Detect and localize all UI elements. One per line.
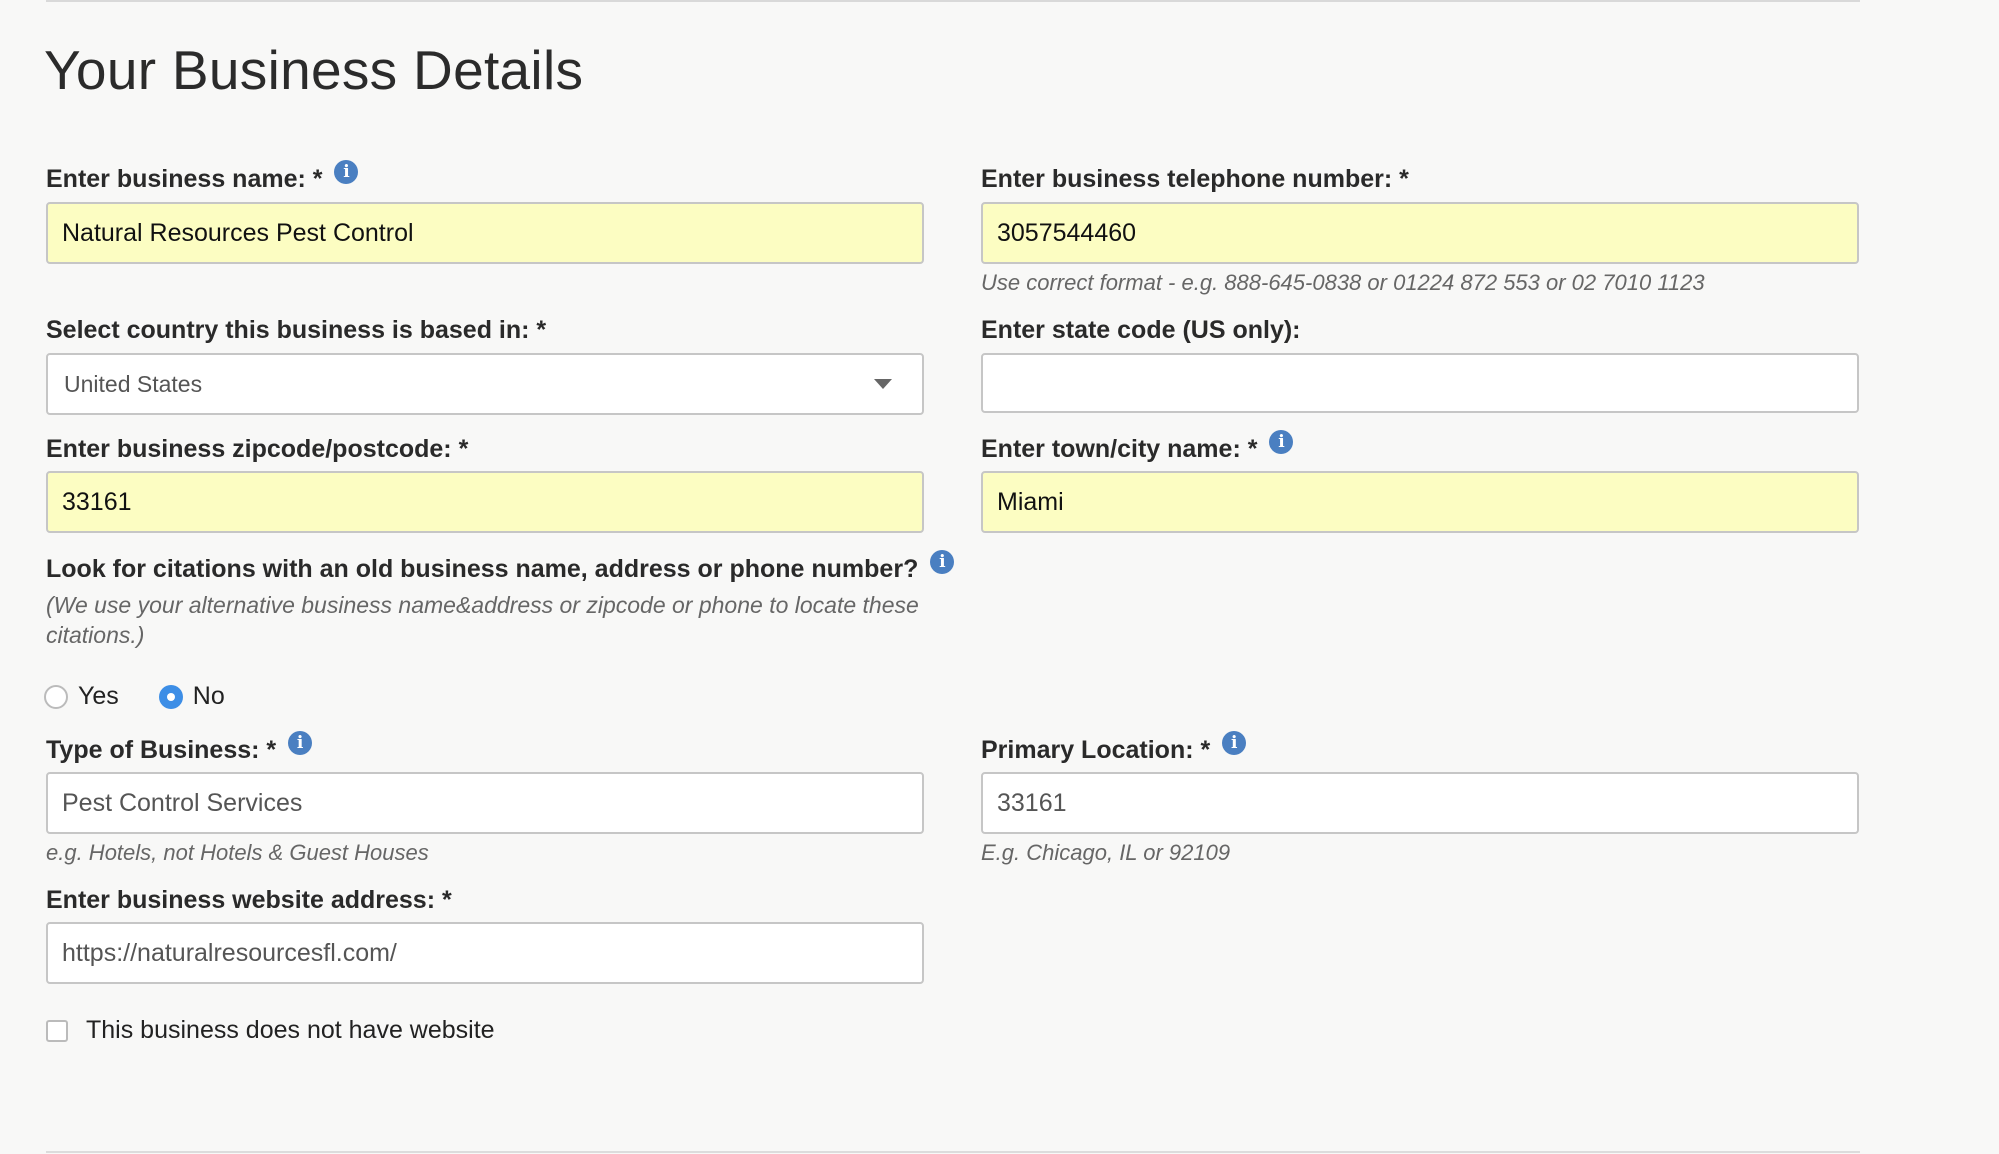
- country-label: Select country this business is based in…: [46, 316, 547, 344]
- country-selected-value: United States: [64, 370, 203, 397]
- website-input[interactable]: [46, 922, 924, 984]
- radio-no[interactable]: [158, 684, 183, 709]
- info-icon[interactable]: i: [930, 549, 955, 574]
- city-label: Enter town/city name: * i: [981, 429, 1294, 464]
- no-website-label[interactable]: This business does not have website: [86, 1016, 495, 1045]
- business-type-hint: e.g. Hotels, not Hotels & Guest Houses: [46, 840, 429, 865]
- zipcode-label: Enter business zipcode/postcode: *: [46, 435, 469, 463]
- page-title: Your Business Details: [44, 39, 584, 101]
- country-select[interactable]: United States: [46, 353, 924, 415]
- primary-location-label: Primary Location: * i: [981, 730, 1247, 765]
- chevron-down-icon: [874, 379, 892, 389]
- no-website-row: This business does not have website: [46, 1016, 495, 1045]
- top-divider: [46, 0, 1860, 2]
- business-name-input[interactable]: [46, 202, 924, 264]
- website-label: Enter business website address: *: [46, 886, 452, 914]
- radio-yes-label[interactable]: Yes: [78, 682, 119, 711]
- info-icon[interactable]: i: [288, 730, 313, 755]
- telephone-hint: Use correct format - e.g. 888-645-0838 o…: [981, 270, 1705, 295]
- citations-note-line2: citations.): [46, 622, 145, 648]
- info-icon[interactable]: i: [1269, 429, 1294, 454]
- citations-radio-group: Yes No: [44, 682, 265, 711]
- business-name-label: Enter business name: * i: [46, 159, 359, 194]
- citations-question: Look for citations with an old business …: [46, 549, 955, 584]
- city-input[interactable]: [981, 471, 1859, 533]
- state-code-input[interactable]: [981, 353, 1859, 413]
- radio-yes[interactable]: [44, 684, 68, 709]
- primary-location-hint: E.g. Chicago, IL or 92109: [981, 840, 1231, 865]
- info-icon[interactable]: i: [334, 159, 359, 184]
- no-website-checkbox[interactable]: [46, 1019, 68, 1042]
- primary-location-input[interactable]: [981, 772, 1859, 834]
- radio-no-label[interactable]: No: [193, 682, 225, 711]
- info-icon[interactable]: i: [1222, 730, 1247, 755]
- state-code-label: Enter state code (US only):: [981, 316, 1301, 344]
- telephone-input[interactable]: [981, 202, 1859, 264]
- bottom-divider: [46, 1151, 1860, 1153]
- business-type-label: Type of Business: * i: [46, 730, 313, 765]
- business-type-input[interactable]: [46, 772, 924, 834]
- telephone-label: Enter business telephone number: *: [981, 165, 1409, 193]
- zipcode-input[interactable]: [46, 471, 924, 533]
- citations-note-line1: (We use your alternative business name&a…: [46, 592, 919, 618]
